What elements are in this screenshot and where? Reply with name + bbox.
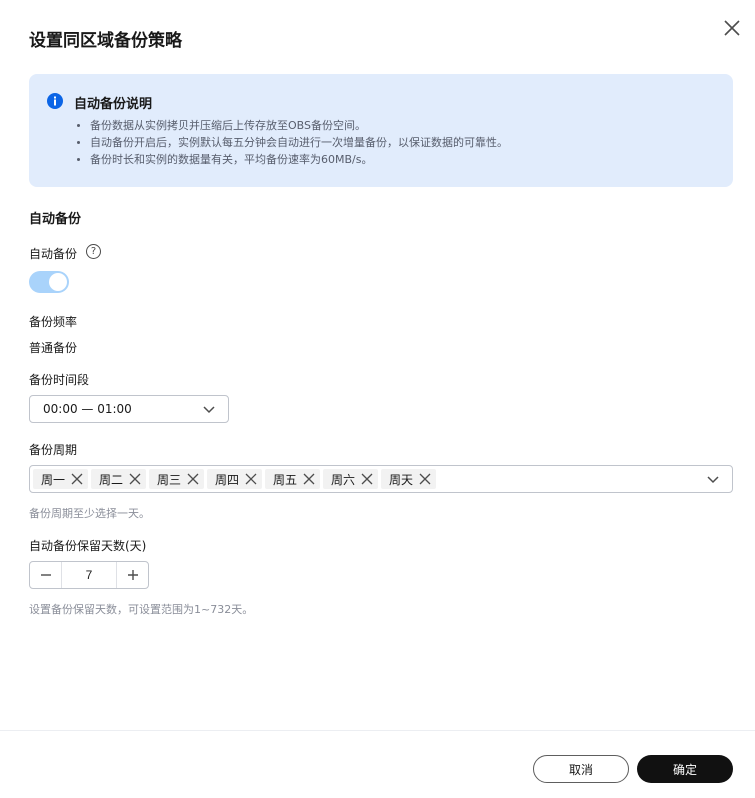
notice-item: 自动备份开启后，实例默认每五分钟会自动进行一次增量备份，以保证数据的可靠性。 [74,134,508,151]
tag-wednesday: 周三 [149,469,205,489]
notice-panel: 自动备份说明 备份数据从实例拷贝并压缩后上传存放至OBS备份空间。 自动备份开启… [29,74,733,187]
close-icon[interactable] [244,472,258,486]
close-icon [724,20,740,36]
tag-label: 周六 [331,472,356,487]
close-icon[interactable] [360,472,374,486]
toggle-knob [49,273,67,291]
tag-label: 周天 [389,472,414,487]
confirm-button[interactable]: 确定 [637,755,733,783]
notice-item: 备份时长和实例的数据量有关，平均备份速率为60MB/s。 [74,151,508,168]
cycle-multiselect[interactable]: 周一 周二 周三 周四 周五 周六 周天 [29,465,733,493]
time-window-select[interactable]: 00:00 — 01:00 [29,395,229,423]
notice-item: 备份数据从实例拷贝并压缩后上传存放至OBS备份空间。 [74,117,508,134]
frequency-value: 普通备份 [29,341,78,355]
increment-button[interactable] [116,562,148,588]
time-window-label: 备份时间段 [29,373,90,387]
plus-icon [127,570,138,580]
close-icon[interactable] [418,472,432,486]
retention-input[interactable] [62,562,116,588]
section-title: 自动备份 [29,212,82,227]
tag-monday: 周一 [33,469,89,489]
footer-divider [0,730,755,731]
tag-label: 周四 [215,472,240,487]
close-button[interactable] [718,14,746,42]
close-icon[interactable] [128,472,142,486]
dialog-title: 设置同区域备份策略 [29,31,182,51]
tag-tuesday: 周二 [91,469,147,489]
chevron-down-icon[interactable] [706,472,720,486]
tag-sunday: 周天 [381,469,437,489]
decrement-button[interactable] [30,562,62,588]
retention-stepper [29,561,149,589]
info-icon [47,93,63,109]
notice-list: 备份数据从实例拷贝并压缩后上传存放至OBS备份空间。 自动备份开启后，实例默认每… [74,117,508,168]
close-icon[interactable] [302,472,316,486]
chevron-down-icon [203,406,215,414]
cycle-hint: 备份周期至少选择一天。 [29,507,150,520]
cancel-button[interactable]: 取消 [533,755,629,783]
help-icon[interactable]: ? [86,244,101,259]
tag-friday: 周五 [265,469,321,489]
auto-backup-toggle[interactable] [29,271,69,293]
auto-backup-label: 自动备份 [29,247,78,261]
retention-label: 自动备份保留天数(天) [29,539,147,553]
retention-hint: 设置备份保留天数，可设置范围为1~732天。 [29,603,254,616]
tag-thursday: 周四 [207,469,263,489]
tag-label: 周三 [157,472,182,487]
close-icon[interactable] [186,472,200,486]
close-icon[interactable] [70,472,84,486]
time-window-value: 00:00 — 01:00 [43,402,132,416]
cycle-label: 备份周期 [29,443,78,457]
frequency-label: 备份频率 [29,315,78,329]
tag-label: 周一 [41,472,66,487]
tag-label: 周二 [99,472,124,487]
tag-saturday: 周六 [323,469,379,489]
tag-label: 周五 [273,472,298,487]
notice-title: 自动备份说明 [74,97,153,112]
minus-icon [40,574,51,576]
